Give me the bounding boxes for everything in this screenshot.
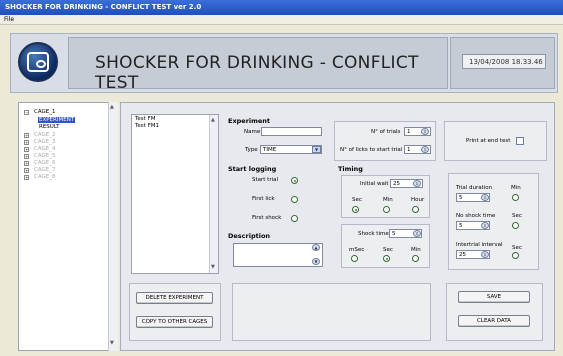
- shock-time-stepper-icon[interactable]: ⇕: [413, 230, 421, 237]
- app-title: SHOCKER FOR DRINKING - CONFLICT TEST: [68, 37, 448, 93]
- licks-label: N° of licks to start trial: [340, 147, 403, 153]
- print-checkbox[interactable]: [516, 137, 524, 145]
- start-trial-label: Start trial: [252, 177, 279, 183]
- tree-item-cage-8[interactable]: CAGE_8: [34, 174, 56, 180]
- description-scroll-down-icon[interactable]: ▼: [312, 258, 320, 265]
- intertrial-label: Intertrial interval: [456, 242, 503, 248]
- type-value: TIME: [263, 147, 277, 153]
- tree-item-cage-6[interactable]: CAGE_6: [34, 160, 56, 166]
- tree-item-cage-3[interactable]: CAGE_3: [34, 139, 56, 145]
- tree-expand-icon[interactable]: +: [24, 154, 29, 159]
- scroll-down-icon[interactable]: ▼: [211, 264, 215, 270]
- intertrial-stepper-icon[interactable]: ⇕: [481, 251, 489, 258]
- start-trial-radio[interactable]: [291, 177, 298, 184]
- delete-experiment-button[interactable]: DELETE EXPERIMENT: [136, 292, 213, 304]
- first-shock-label: First shock: [252, 215, 282, 221]
- shock-msec-radio[interactable]: [351, 255, 358, 262]
- list-scrollbar[interactable]: ▲ ▼: [209, 115, 218, 273]
- trial-duration-stepper-icon[interactable]: ⇕: [481, 194, 489, 201]
- datetime-display: 13/04/2008 18.33.46: [462, 54, 546, 69]
- description-input[interactable]: [233, 243, 323, 267]
- tree-expand-icon[interactable]: +: [24, 140, 29, 145]
- no-shock-unit: Sec: [512, 213, 522, 219]
- no-shock-label: No shock time: [456, 213, 496, 219]
- tree-expand-icon[interactable]: +: [24, 168, 29, 173]
- intertrial-unit: Sec: [512, 245, 522, 251]
- name-input[interactable]: [261, 127, 322, 136]
- copy-to-other-cages-button[interactable]: COPY TO OTHER CAGES: [136, 316, 213, 328]
- save-button[interactable]: SAVE: [458, 291, 530, 303]
- timing-title: Timing: [338, 165, 363, 173]
- tree-collapse-icon[interactable]: −: [24, 110, 29, 115]
- start-logging-title: Start logging: [228, 165, 277, 173]
- shock-unit-min: Min: [411, 247, 421, 253]
- scroll-up-icon[interactable]: ▲: [211, 117, 215, 123]
- initial-min-radio[interactable]: [383, 206, 390, 213]
- name-label: Name: [244, 129, 261, 135]
- window-title-bar: SHOCKER FOR DRINKING - CONFLICT TEST ver…: [0, 0, 563, 15]
- no-shock-stepper-icon[interactable]: ⇕: [481, 222, 489, 229]
- trial-duration-label: Trial duration: [456, 185, 493, 191]
- window-title: SHOCKER FOR DRINKING - CONFLICT TEST ver…: [5, 3, 202, 11]
- shock-unit-msec: mSec: [349, 247, 365, 253]
- tree-expand-icon[interactable]: +: [24, 161, 29, 166]
- type-label: Type: [245, 147, 258, 153]
- clear-data-button[interactable]: CLEAR DATA: [458, 315, 530, 327]
- initial-wait-label: Initial wait: [360, 181, 389, 187]
- tree-item-cage-5[interactable]: CAGE_5: [34, 153, 56, 159]
- trial-duration-unit: Min: [511, 185, 521, 191]
- status-area: [232, 283, 431, 341]
- menu-bar: File: [0, 15, 563, 25]
- initial-hour-radio[interactable]: [412, 206, 419, 213]
- first-lick-radio[interactable]: [291, 196, 298, 203]
- menu-file[interactable]: File: [4, 16, 14, 23]
- initial-unit-sec: Sec: [352, 197, 362, 203]
- initial-unit-hour: Hour: [411, 197, 425, 203]
- cage-tree: [18, 102, 118, 351]
- shock-unit-sec: Sec: [383, 247, 393, 253]
- shock-min-radio[interactable]: [412, 255, 419, 262]
- list-item[interactable]: Test FM1: [135, 123, 159, 129]
- tree-item-cage-7[interactable]: CAGE_7: [34, 167, 56, 173]
- tree-scrollbar[interactable]: ▲ ▼: [108, 102, 118, 351]
- initial-wait-stepper-icon[interactable]: ⇕: [413, 180, 421, 187]
- experiment-title: Experiment: [228, 117, 271, 125]
- chevron-down-icon[interactable]: ▼: [312, 146, 321, 153]
- intertrial-radio[interactable]: [512, 252, 519, 259]
- list-item[interactable]: Test FM: [135, 116, 156, 122]
- description-scroll-up-icon[interactable]: ▲: [312, 244, 320, 251]
- tree-expand-icon[interactable]: +: [24, 175, 29, 180]
- print-label: Print at end test: [466, 138, 511, 144]
- tree-item-cage-4[interactable]: CAGE_4: [34, 146, 56, 152]
- tree-expand-icon[interactable]: +: [24, 147, 29, 152]
- tree-expand-icon[interactable]: +: [24, 133, 29, 138]
- initial-unit-min: Min: [383, 197, 393, 203]
- trials-stepper-icon[interactable]: ⇕: [421, 128, 429, 135]
- shock-sec-radio[interactable]: [383, 255, 390, 262]
- tree-item-cage-1[interactable]: CAGE_1: [34, 109, 56, 115]
- scroll-down-icon[interactable]: ▼: [110, 340, 114, 346]
- description-title: Description: [228, 232, 271, 240]
- app-title-text: SHOCKER FOR DRINKING - CONFLICT TEST: [95, 53, 419, 93]
- tree-item-cage-2[interactable]: CAGE_2: [34, 132, 56, 138]
- first-lick-label: First lick: [252, 196, 275, 202]
- shock-time-label: Shock time: [358, 231, 389, 237]
- logo-mark-loop: [36, 60, 46, 68]
- no-shock-radio[interactable]: [512, 222, 519, 229]
- trial-duration-radio[interactable]: [512, 194, 519, 201]
- scroll-up-icon[interactable]: ▲: [110, 104, 114, 110]
- initial-sec-radio[interactable]: [352, 206, 359, 213]
- tree-item-experiment[interactable]: EXPERIMENT: [38, 117, 76, 123]
- licks-stepper-icon[interactable]: ⇕: [421, 146, 429, 153]
- experiment-list[interactable]: [131, 114, 219, 274]
- first-shock-radio[interactable]: [291, 215, 298, 222]
- tree-item-result[interactable]: RESULT: [39, 124, 59, 130]
- trials-label: N° of trials: [371, 129, 401, 135]
